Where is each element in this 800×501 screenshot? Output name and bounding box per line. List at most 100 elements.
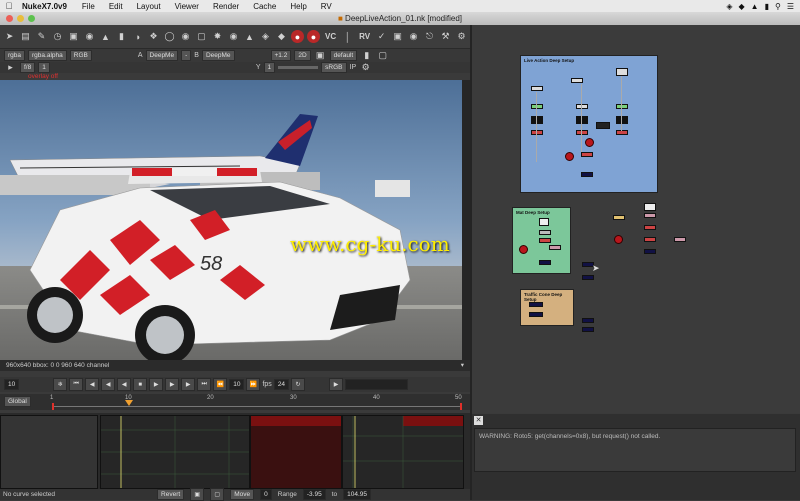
fps-field[interactable]: 24 <box>273 379 290 390</box>
node[interactable] <box>539 260 551 265</box>
playback-range-field[interactable] <box>345 379 409 390</box>
node[interactable] <box>616 116 628 124</box>
menu-cache[interactable]: Cache <box>246 2 283 11</box>
pointer-icon[interactable]: ➤ <box>3 30 16 43</box>
backdrop-live-action[interactable]: Live Action Deep Setup <box>520 55 658 193</box>
display-dropdown[interactable]: RGB <box>69 50 92 61</box>
move-button[interactable]: Move <box>230 489 255 500</box>
node[interactable] <box>571 78 583 83</box>
in-point-marker[interactable] <box>52 403 54 410</box>
loop-icon[interactable]: ↻ <box>291 378 306 391</box>
ocula-icon[interactable]: ● <box>291 30 304 43</box>
battery-icon[interactable]: ▮ <box>765 2 769 11</box>
exit-icon[interactable]: ⎋ <box>423 30 436 43</box>
arrow-right-icon[interactable]: ▸ <box>4 61 17 74</box>
colorspace-dropdown[interactable]: sRGB <box>321 62 347 73</box>
playhead-marker[interactable] <box>125 400 133 406</box>
list-icon[interactable]: ☰ <box>787 2 794 11</box>
channel-icon[interactable]: ▣ <box>67 30 80 43</box>
particles-icon[interactable]: ✸ <box>211 30 224 43</box>
first-frame-icon[interactable]: ⏮ <box>69 378 84 391</box>
snowflake-icon[interactable]: ❄ <box>53 378 68 391</box>
check-icon[interactable]: ✓ <box>375 30 388 43</box>
node[interactable] <box>616 104 628 109</box>
curve-list-panel[interactable] <box>0 415 98 489</box>
prev-frame-icon[interactable]: ◀ <box>117 378 132 391</box>
furnace-icon[interactable]: ◆ <box>275 30 288 43</box>
input-b-dropdown[interactable]: DeepMe <box>201 50 235 61</box>
node[interactable] <box>644 237 656 242</box>
node[interactable] <box>531 104 543 109</box>
range-mode-dropdown[interactable]: Global <box>4 396 31 407</box>
bluetooth-icon[interactable]: ◆ <box>738 2 744 11</box>
out-point-marker[interactable] <box>460 403 462 410</box>
skip-back-icon[interactable]: ⏪ <box>213 378 228 391</box>
node[interactable] <box>581 172 593 177</box>
timeline[interactable]: Global 1 10 20 30 40 50 <box>0 394 470 410</box>
deep-node[interactable] <box>519 245 528 254</box>
frame-value-field[interactable]: 1 <box>38 62 50 73</box>
metadata-icon[interactable]: ▢ <box>195 30 208 43</box>
menu-viewer[interactable]: Viewer <box>168 2 206 11</box>
frame-dropdown[interactable]: f/8 <box>20 62 36 73</box>
play-backward-icon[interactable]: ◀ <box>101 378 116 391</box>
other-icon[interactable]: ◈ <box>259 30 272 43</box>
camera-icon[interactable]: ◉ <box>407 30 420 43</box>
curve-graph-panel-right[interactable] <box>342 415 464 489</box>
menu-help[interactable]: Help <box>283 2 313 11</box>
image-icon[interactable]: ▤ <box>19 30 32 43</box>
node[interactable] <box>539 238 551 243</box>
draw-icon[interactable]: ✎ <box>35 30 48 43</box>
last-frame-icon[interactable]: ⏭ <box>197 378 212 391</box>
node[interactable] <box>549 245 561 250</box>
close-window-button[interactable] <box>6 15 13 22</box>
node[interactable] <box>576 104 588 109</box>
filter-icon[interactable]: ▲ <box>99 30 112 43</box>
node[interactable] <box>531 116 543 124</box>
ip-label[interactable]: IP <box>350 64 357 71</box>
prev-keyframe-icon[interactable]: ◀ <box>85 378 100 391</box>
curve-graph-panel[interactable] <box>100 415 250 489</box>
gain-dropdown[interactable]: +1.2 <box>270 50 292 61</box>
deep-node[interactable] <box>614 235 623 244</box>
lock-icon[interactable]: ▣ <box>314 49 327 62</box>
deep-node[interactable] <box>565 152 574 161</box>
node[interactable] <box>576 130 588 135</box>
node[interactable] <box>531 130 543 135</box>
menu-render[interactable]: Render <box>206 2 246 11</box>
play-forward-icon[interactable]: ▶ <box>165 378 180 391</box>
move-value-field[interactable]: 0 <box>260 489 272 500</box>
node[interactable] <box>531 86 543 91</box>
spotlight-icon[interactable]: ⚲ <box>775 2 781 11</box>
transform-icon[interactable]: ❖ <box>147 30 160 43</box>
read-node[interactable] <box>539 218 549 226</box>
node[interactable] <box>582 318 594 323</box>
framecycler-icon[interactable]: ▣ <box>391 30 404 43</box>
increment-field[interactable]: 10 <box>229 379 245 390</box>
wifi-icon[interactable]: ◈ <box>726 2 732 11</box>
backdrop-traffic-cone[interactable]: Traffic Cone Deep Setup <box>520 289 574 326</box>
frame-icon[interactable]: ▢ <box>210 488 225 501</box>
flipbook-icon[interactable]: ▶ <box>329 378 344 391</box>
save-icon[interactable]: ▣ <box>190 488 205 501</box>
deep-node[interactable] <box>585 138 594 147</box>
node[interactable] <box>576 116 588 124</box>
menu-file[interactable]: File <box>75 2 102 11</box>
vc-button[interactable]: VC <box>323 30 338 43</box>
minimize-window-button[interactable] <box>17 15 24 22</box>
views-icon[interactable]: ◉ <box>179 30 192 43</box>
skip-forward-icon[interactable]: ⏩ <box>246 378 261 391</box>
node[interactable] <box>644 213 656 218</box>
roi-icon[interactable]: ▢ <box>376 49 389 62</box>
read-node[interactable] <box>644 203 656 211</box>
app-name[interactable]: NukeX7.0v9 <box>18 2 75 11</box>
red-plugin-icon[interactable]: ● <box>307 30 320 43</box>
gamma-slider[interactable] <box>278 66 319 69</box>
lut-dropdown[interactable]: default <box>329 50 358 61</box>
node[interactable] <box>582 327 594 332</box>
current-frame-field[interactable]: 10 <box>4 379 20 390</box>
close-icon[interactable]: ✕ <box>474 416 483 425</box>
keyer-icon[interactable]: ▮ <box>115 30 128 43</box>
status-dropdown-icon[interactable]: ▾ <box>461 360 464 371</box>
next-keyframe-icon[interactable]: ▶ <box>181 378 196 391</box>
